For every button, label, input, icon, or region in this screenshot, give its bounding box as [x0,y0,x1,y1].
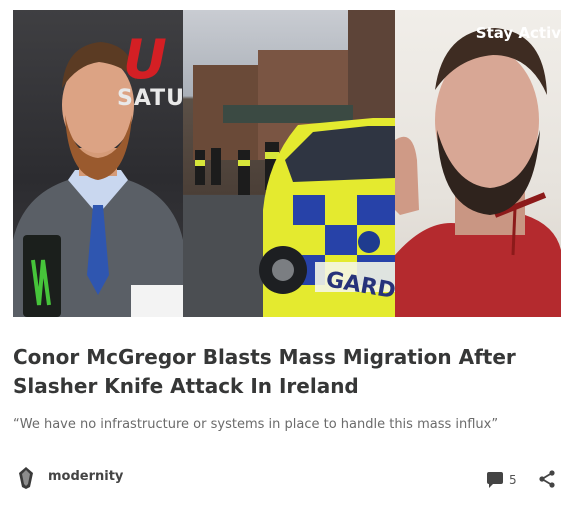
share-icon[interactable] [538,470,556,488]
post-footer: modernity 5 [13,465,558,493]
avatar-icon[interactable] [17,467,35,489]
post-title[interactable]: Conor McGregor Blasts Mass Migration Aft… [13,343,558,401]
ufc-banner-text: SATUR [117,86,183,111]
post-subtitle: “We have no infrastructure or systems in… [13,417,499,432]
author-name[interactable]: modernity [48,469,123,484]
comment-icon[interactable] [486,472,504,489]
comment-count[interactable]: 5 [509,473,517,487]
cover-panel-press-conference: U SATUR [13,10,183,317]
ufc-logo-letter: U [123,28,167,91]
injured-man-illustration [395,28,561,317]
post-card[interactable]: U SATUR [0,0,571,506]
post-cover-image[interactable]: U SATUR [13,10,561,317]
police-scene-illustration: GARD [183,10,395,317]
video-caption-text: Stay Activ [475,24,561,42]
cover-panel-injured-man: Stay Activ [395,10,561,317]
cover-panel-police-scene: GARD [183,10,395,317]
